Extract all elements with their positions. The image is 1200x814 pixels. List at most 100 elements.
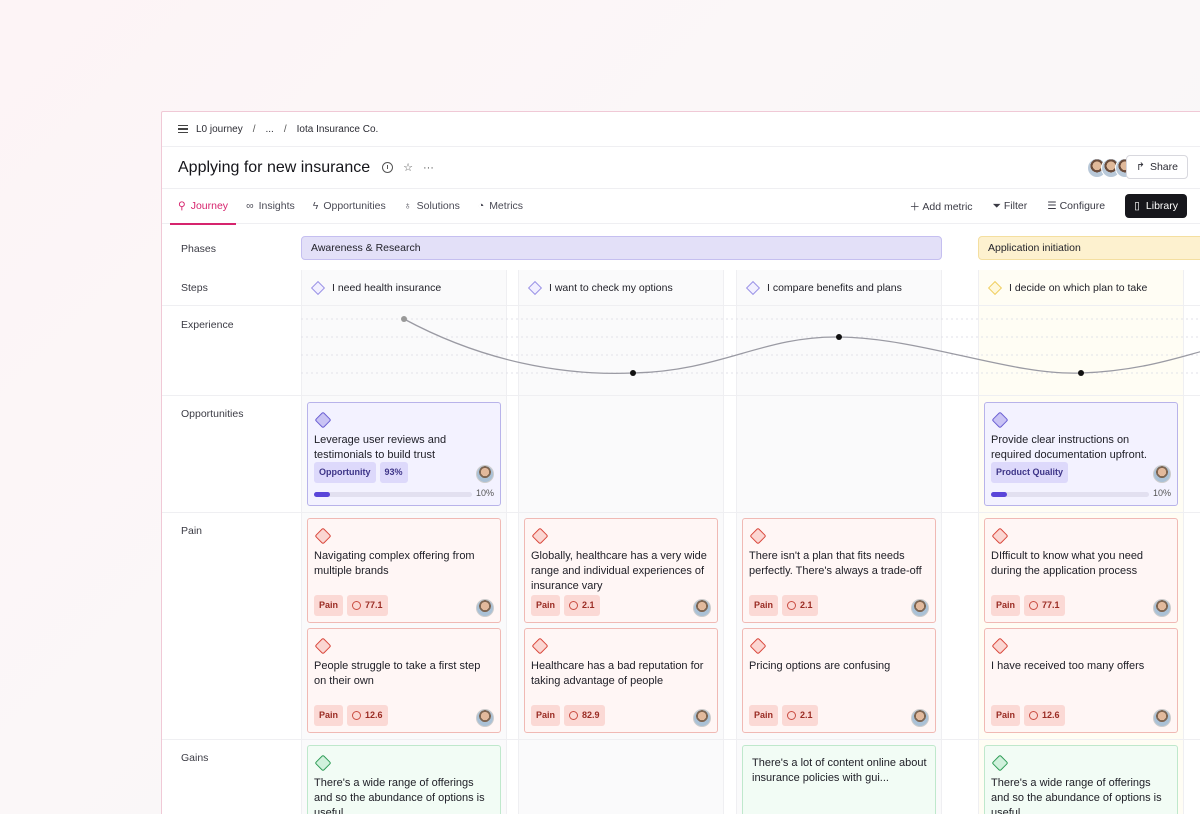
avatar[interactable] bbox=[911, 599, 929, 617]
phase-label: Awareness & Research bbox=[311, 242, 421, 254]
star-icon[interactable]: ☆ bbox=[403, 161, 413, 174]
configure-button[interactable]: ☰ Configure bbox=[1047, 200, 1105, 212]
step-label: I compare benefits and plans bbox=[767, 282, 902, 294]
step[interactable]: I want to check my options bbox=[518, 270, 673, 306]
pain-text: Healthcare has a bad reputation for taki… bbox=[531, 660, 704, 687]
opportunity-card[interactable]: Leverage user reviews and testimonials t… bbox=[307, 402, 501, 506]
share-button[interactable]: ↱ Share bbox=[1126, 155, 1188, 179]
pain-metric: 2.1 bbox=[564, 595, 600, 616]
tab-label: Journey bbox=[190, 200, 229, 212]
avatar[interactable] bbox=[1153, 465, 1171, 483]
info-icon[interactable] bbox=[382, 162, 394, 173]
breadcrumb-root[interactable]: L0 journey bbox=[196, 124, 243, 135]
experience-line bbox=[403, 318, 1200, 374]
tab-insights[interactable]: ∞ Insights bbox=[246, 189, 295, 224]
opportunity-tag[interactable]: Product Quality bbox=[991, 462, 1069, 483]
gain-text: There's a wide range of offerings and so… bbox=[991, 777, 1162, 814]
avatar[interactable] bbox=[476, 599, 494, 617]
tab-opportunities[interactable]: ϟ Opportunities bbox=[313, 189, 386, 224]
breadcrumb-ellipsis[interactable]: ... bbox=[265, 124, 273, 135]
avatar[interactable] bbox=[476, 709, 494, 727]
pain-metric: 12.6 bbox=[347, 705, 388, 726]
gain-icon bbox=[991, 754, 1008, 771]
pain-metric: 82.9 bbox=[564, 705, 605, 726]
gain-card[interactable]: There's a wide range of offerings and so… bbox=[984, 745, 1178, 814]
pain-text: DIfficult to know what you need during t… bbox=[991, 550, 1144, 577]
add-metric-button[interactable]: ＋ Add metric bbox=[910, 199, 973, 214]
more-icon[interactable]: ··· bbox=[423, 162, 434, 174]
step-diamond-icon bbox=[745, 280, 761, 296]
step[interactable]: I compare benefits and plans bbox=[736, 270, 902, 306]
opportunity-tag[interactable]: Opportunity bbox=[314, 462, 376, 483]
pain-tag[interactable]: Pain bbox=[314, 705, 344, 726]
tab-solutions[interactable]: ♁ Solutions bbox=[404, 189, 460, 224]
pain-tag[interactable]: Pain bbox=[991, 595, 1021, 616]
pain-text: People struggle to take a first step on … bbox=[314, 660, 481, 687]
experience-point[interactable] bbox=[401, 316, 407, 322]
gain-card[interactable]: There's a lot of content online about in… bbox=[742, 745, 936, 814]
pain-tag[interactable]: Pain bbox=[749, 705, 779, 726]
title-bar: Applying for new insurance ☆ ··· ↱ Share bbox=[162, 147, 1200, 189]
gain-icon bbox=[314, 754, 331, 771]
opportunity-progress bbox=[991, 492, 1149, 497]
phase-awareness[interactable]: Awareness & Research bbox=[301, 236, 942, 260]
step[interactable]: I need health insurance bbox=[301, 270, 441, 306]
avatar[interactable] bbox=[1153, 709, 1171, 727]
pain-tag[interactable]: Pain bbox=[314, 595, 344, 616]
avatar[interactable] bbox=[1153, 599, 1171, 617]
pain-tag[interactable]: Pain bbox=[991, 705, 1021, 726]
breadcrumb-current[interactable]: Iota Insurance Co. bbox=[297, 124, 379, 135]
filter-button[interactable]: ⏷ Filter bbox=[993, 200, 1028, 213]
pain-tag[interactable]: Pain bbox=[531, 705, 561, 726]
pain-metric: 12.6 bbox=[1024, 705, 1065, 726]
add-metric-label: Add metric bbox=[922, 200, 973, 213]
step[interactable]: I decide on which plan to take bbox=[978, 270, 1147, 306]
pain-card[interactable]: DIfficult to know what you need during t… bbox=[984, 518, 1178, 623]
opportunity-text: Leverage user reviews and testimonials t… bbox=[314, 434, 447, 461]
pain-card[interactable]: Pricing options are confusing Pain 2.1 bbox=[742, 628, 936, 733]
experience-point[interactable] bbox=[836, 334, 842, 340]
phase-application[interactable]: Application initiation bbox=[978, 236, 1200, 260]
avatar[interactable] bbox=[693, 709, 711, 727]
opportunity-icon bbox=[991, 411, 1008, 428]
pain-metric: 77.1 bbox=[347, 595, 388, 616]
opportunity-score: 93% bbox=[379, 462, 408, 483]
pain-icon bbox=[749, 527, 766, 544]
experience-curve bbox=[301, 316, 1200, 376]
pain-tag[interactable]: Pain bbox=[749, 595, 779, 616]
pain-tag[interactable]: Pain bbox=[531, 595, 561, 616]
tab-label: Opportunities bbox=[323, 200, 386, 212]
tab-label: Insights bbox=[258, 200, 295, 212]
avatar[interactable] bbox=[693, 599, 711, 617]
configure-label: Configure bbox=[1059, 200, 1106, 212]
pain-card[interactable]: I have received too many offers Pain 12.6 bbox=[984, 628, 1178, 733]
avatar[interactable] bbox=[476, 465, 494, 483]
gain-card[interactable]: There's a wide range of offerings and so… bbox=[307, 745, 501, 814]
menu-icon[interactable] bbox=[178, 125, 188, 133]
pain-metric: 2.1 bbox=[782, 595, 818, 616]
step-diamond-icon bbox=[527, 280, 543, 296]
library-button[interactable]: ▯ Library bbox=[1125, 194, 1187, 218]
step-label: I want to check my options bbox=[549, 282, 673, 294]
filter-label: Filter bbox=[1003, 199, 1028, 212]
experience-point[interactable] bbox=[1078, 370, 1084, 376]
breadcrumb: L0 journey / ... / Iota Insurance Co. bbox=[162, 112, 1200, 147]
pain-card[interactable]: There isn't a plan that fits needs perfe… bbox=[742, 518, 936, 623]
avatar[interactable] bbox=[911, 709, 929, 727]
phase-label: Application initiation bbox=[988, 242, 1081, 254]
tab-journey[interactable]: ⚲ Journey bbox=[169, 189, 237, 225]
pain-card[interactable]: Globally, healthcare has a very wide ran… bbox=[524, 518, 718, 623]
pain-card[interactable]: People struggle to take a first step on … bbox=[307, 628, 501, 733]
experience-point[interactable] bbox=[630, 370, 636, 376]
pain-card[interactable]: Healthcare has a bad reputation for taki… bbox=[524, 628, 718, 733]
pain-metric: 77.1 bbox=[1024, 595, 1065, 616]
tab-metrics[interactable]: ◔ Metrics bbox=[478, 189, 523, 224]
progress-label: 10% bbox=[1152, 488, 1171, 498]
opportunity-card[interactable]: Provide clear instructions on required d… bbox=[984, 402, 1178, 506]
breadcrumb-separator: / bbox=[283, 123, 287, 135]
pain-text: Globally, healthcare has a very wide ran… bbox=[531, 550, 707, 592]
tab-label: Metrics bbox=[489, 200, 524, 212]
share-icon: ↱ bbox=[1136, 161, 1145, 173]
pain-text: I have received too many offers bbox=[991, 660, 1145, 672]
pain-card[interactable]: Navigating complex offering from multipl… bbox=[307, 518, 501, 623]
